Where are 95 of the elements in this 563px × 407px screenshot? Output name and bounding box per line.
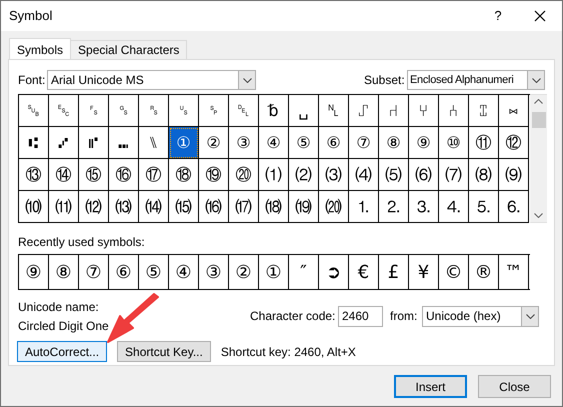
unicode-name: Circled Digit One — [18, 318, 110, 335]
autocorrect-button[interactable]: AutoCorrect... — [17, 341, 108, 362]
shortcut-key-text: Shortcut key: 2460, Alt+X — [220, 344, 356, 360]
symbol-cell[interactable]: ⑬ — [19, 159, 49, 191]
symbol-cell[interactable]: ⑲ — [199, 159, 229, 191]
symbol-cell[interactable]: ⑰ — [139, 159, 169, 191]
symbol-cell[interactable]: ⑉ — [109, 127, 139, 159]
symbol-cell[interactable]: ⑮ — [79, 159, 109, 191]
symbol-cell[interactable]: ⑨ — [409, 127, 439, 159]
character-code-label: Character code: — [250, 308, 336, 325]
unicode-name-label: Unicode name: — [18, 299, 100, 316]
symbol-cell[interactable]: ⑪ — [469, 127, 499, 159]
character-code-field[interactable]: 2460 — [338, 306, 383, 326]
symbol-cell[interactable]: ␝ — [109, 95, 139, 127]
symbol-cell[interactable]: ⑤ — [289, 127, 319, 159]
symbol-cell[interactable]: ⑩ — [439, 127, 469, 159]
symbol-cell[interactable]: ⑭ — [49, 159, 79, 191]
symbol-cell[interactable]: ⑥ — [319, 127, 349, 159]
from-dropdown[interactable]: Unicode (hex) — [422, 306, 539, 326]
symbol-cell[interactable]: ⑺ — [439, 159, 469, 191]
symbol-cell[interactable]: ␞ — [139, 95, 169, 127]
help-button[interactable]: ? — [478, 1, 518, 31]
symbol-cell[interactable]: ③ — [229, 127, 259, 159]
symbol-cell[interactable]: ␜ — [79, 95, 109, 127]
symbol-cell[interactable]: ⑴ — [259, 159, 289, 191]
symbol-cell[interactable]: ␡ — [229, 95, 259, 127]
symbol-cell[interactable]: ⑹ — [409, 159, 439, 191]
symbol-cell[interactable]: ④ — [259, 127, 289, 159]
symbol-cell[interactable]: ⒈ — [349, 191, 379, 223]
symbol-cell[interactable]: ⑽ — [19, 191, 49, 223]
symbol-cell[interactable]: ⑼ — [499, 159, 529, 191]
scroll-up-icon[interactable] — [534, 99, 543, 104]
symbol-cell[interactable]: ⑊ — [139, 127, 169, 159]
symbol-cell[interactable]: ⑶ — [319, 159, 349, 191]
symbol-cell[interactable]: ② — [199, 127, 229, 159]
symbol-cell[interactable]: ␚ — [19, 95, 49, 127]
symbol-cell[interactable]: ⒊ — [409, 191, 439, 223]
symbol-cell[interactable]: ⑯ — [109, 159, 139, 191]
symbol-cell[interactable]: ⑳ — [229, 159, 259, 191]
font-label: Font: — [18, 72, 46, 89]
symbol-cell[interactable]: ⒅ — [259, 191, 289, 223]
symbol-cell[interactable]: ⑇ — [49, 127, 79, 159]
symbol-cell[interactable]: ␣ — [289, 95, 319, 127]
symbol-cell[interactable]: ⑸ — [379, 159, 409, 191]
recent-label: Recently used symbols: — [18, 234, 146, 251]
symbol-cell[interactable]: ① — [169, 127, 199, 159]
tab[interactable]: Symbols — [9, 38, 72, 60]
tab[interactable]: Special Characters — [70, 40, 188, 59]
symbol-cell[interactable]: ⑷ — [349, 159, 379, 191]
subset-label: Subset: — [364, 72, 406, 89]
symbol-cell[interactable]: ⒄ — [229, 191, 259, 223]
symbol-cell[interactable]: ⑆ — [19, 127, 49, 159]
symbol-cell[interactable]: ⑻ — [469, 159, 499, 191]
close-button[interactable]: Close — [478, 375, 551, 398]
symbol-cell[interactable]: ⑧ — [379, 127, 409, 159]
shortcut-key-button[interactable]: Shortcut Key... — [117, 341, 211, 362]
font-dropdown[interactable]: Arial Unicode MS — [47, 70, 256, 90]
symbol-cell[interactable]: ⑱ — [169, 159, 199, 191]
symbol-cell[interactable]: ⒌ — [469, 191, 499, 223]
symbol-cell[interactable]: ⑈ — [79, 127, 109, 159]
symbol-cell[interactable]: ⒍ — [499, 191, 529, 223]
symbol-cell[interactable]: ⒋ — [439, 191, 469, 223]
symbol-cell[interactable]: ⑵ — [289, 159, 319, 191]
symbol-cell[interactable]: ⑃ — [439, 95, 469, 127]
symbol-cell[interactable]: ⒉ — [379, 191, 409, 223]
symbol-cell[interactable]: ⑄ — [469, 95, 499, 127]
chevron-icon — [526, 314, 534, 318]
symbol-cell[interactable]: ⑫ — [499, 127, 529, 159]
subset-dropdown[interactable]: Enclosed Alphanumeri — [407, 70, 545, 90]
symbol-cell[interactable]: ⑿ — [79, 191, 109, 223]
chevron-icon — [532, 78, 540, 82]
symbol-cell[interactable]: ⒆ — [289, 191, 319, 223]
symbol-cell[interactable]: ⑂ — [409, 95, 439, 127]
chevron-icon — [242, 78, 252, 82]
symbol-cell[interactable]: ␛ — [49, 95, 79, 127]
symbol-cell[interactable]: ⑾ — [49, 191, 79, 223]
from-label: from: — [390, 308, 418, 325]
symbol-cell[interactable]: ⒇ — [319, 191, 349, 223]
symbol-cell[interactable]: ⑀ — [349, 95, 379, 127]
symbol-cell[interactable]: ⒀ — [109, 191, 139, 223]
symbol-cell[interactable]: ⒃ — [199, 191, 229, 223]
symbol-cell[interactable]: ⑅ — [499, 95, 529, 127]
symbol-cell[interactable]: ⒁ — [139, 191, 169, 223]
window-title: Symbol — [9, 7, 54, 26]
symbol-cell[interactable]: ⑦ — [349, 127, 379, 159]
symbol-cell[interactable]: ␟ — [169, 95, 199, 127]
scroll-thumb[interactable] — [532, 112, 546, 128]
symbol-cell[interactable]: ␤ — [319, 95, 349, 127]
symbol-cell[interactable]: ⑁ — [379, 95, 409, 127]
scrollbar[interactable] — [530, 94, 547, 223]
insert-button[interactable]: Insert — [394, 375, 467, 398]
symbol-cell[interactable]: ␠ — [199, 95, 229, 127]
symbol-cell[interactable]: ⒂ — [169, 191, 199, 223]
scroll-down-icon[interactable] — [534, 213, 543, 218]
symbol-cell[interactable]: ␢ — [259, 95, 289, 127]
